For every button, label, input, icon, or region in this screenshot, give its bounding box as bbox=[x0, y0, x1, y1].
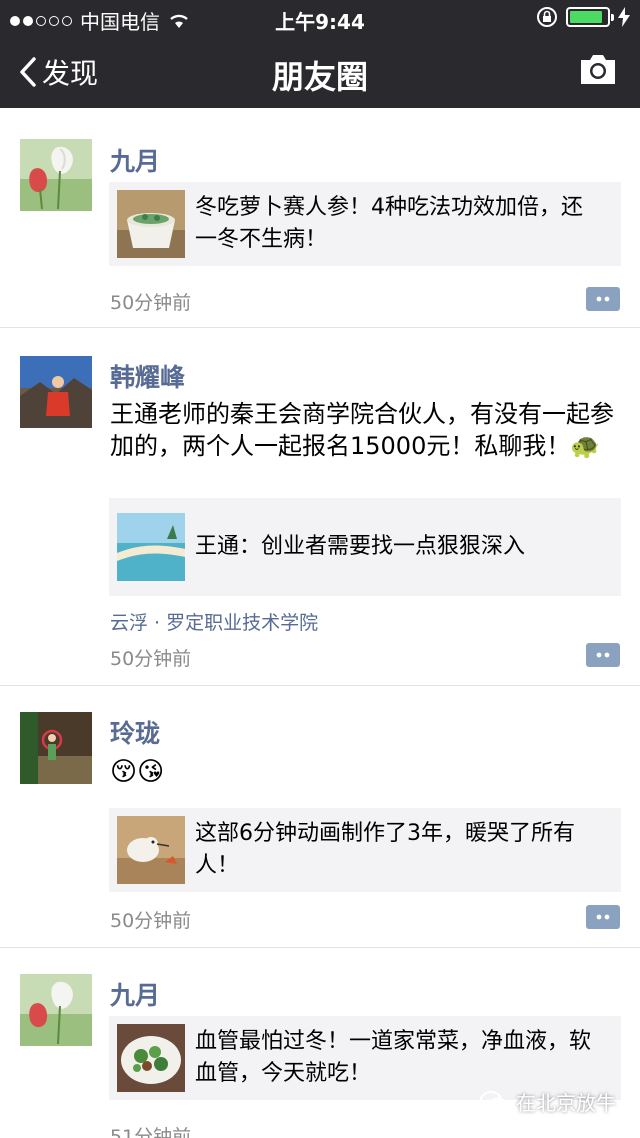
turtle-emoji: 🐢 bbox=[570, 432, 601, 460]
post-text: 王通老师的秦王会商学院合伙人，有没有一起参加的，两个人一起报名15000元！私聊… bbox=[110, 400, 614, 460]
comment-icon[interactable] bbox=[586, 643, 620, 667]
comment-icon[interactable] bbox=[586, 287, 620, 311]
rotation-lock-icon bbox=[537, 7, 557, 27]
wechat-logo-icon bbox=[480, 1090, 507, 1112]
shared-link-card[interactable]: 王通：创业者需要找一点狠狠深入 bbox=[109, 498, 621, 596]
author-name[interactable]: 韩耀峰 bbox=[110, 358, 185, 394]
shared-link-card[interactable]: 这部6分钟动画制作了3年，暖哭了所有人！ bbox=[109, 808, 621, 892]
shared-title: 冬吃萝卜赛人参！4种吃法功效加倍，还一冬不生病！ bbox=[195, 195, 583, 252]
avatar[interactable] bbox=[20, 356, 92, 428]
moment-post: 玲珑 😚😘 这部6分钟动画制作了3年，暖哭了所有人！ 50分钟前 bbox=[0, 686, 640, 948]
moments-feed[interactable]: 九月 冬吃萝卜赛人参！4种吃法功效加倍，还一冬不生病！ 50分钟前 韩耀峰 王通… bbox=[0, 108, 640, 1138]
moment-post: 韩耀峰 王通老师的秦王会商学院合伙人，有没有一起参加的，两个人一起报名15000… bbox=[0, 328, 640, 686]
shared-thumbnail bbox=[117, 816, 185, 884]
shared-thumbnail bbox=[117, 190, 185, 258]
shared-title: 这部6分钟动画制作了3年，暖哭了所有人！ bbox=[195, 821, 575, 878]
avatar[interactable] bbox=[20, 712, 92, 784]
shared-link-card[interactable]: 冬吃萝卜赛人参！4种吃法功效加倍，还一冬不生病！ bbox=[109, 182, 621, 266]
back-label: 发现 bbox=[42, 57, 99, 90]
nav-bar: 发现 朋友圈 bbox=[0, 36, 640, 108]
top-bar: 中国电信 上午9:44 发现 朋友圈 bbox=[0, 0, 640, 108]
avatar[interactable] bbox=[20, 974, 92, 1046]
chevron-left-icon bbox=[20, 57, 36, 87]
battery-fill bbox=[570, 11, 603, 23]
author-name[interactable]: 九月 bbox=[110, 976, 160, 1012]
status-bar: 中国电信 上午9:44 bbox=[0, 0, 640, 36]
watermark: 在北京放牛 bbox=[480, 1087, 616, 1116]
post-time: 51分钟前 bbox=[110, 1126, 192, 1138]
camera-icon[interactable] bbox=[578, 52, 618, 86]
post-time: 50分钟前 bbox=[110, 910, 192, 932]
post-time: 50分钟前 bbox=[110, 292, 192, 314]
shared-thumbnail bbox=[117, 1024, 185, 1092]
post-location[interactable]: 云浮 · 罗定职业技术学院 bbox=[110, 608, 318, 635]
back-button[interactable]: 发现 bbox=[18, 52, 98, 92]
post-time: 50分钟前 bbox=[110, 648, 192, 670]
author-name[interactable]: 玲珑 bbox=[110, 714, 160, 750]
watermark-text: 在北京放牛 bbox=[516, 1091, 616, 1115]
post-emoji: 😚😘 bbox=[110, 757, 165, 787]
shared-thumbnail bbox=[117, 513, 185, 581]
shared-title: 王通：创业者需要找一点狠狠深入 bbox=[195, 534, 526, 559]
charging-icon bbox=[618, 7, 630, 27]
avatar[interactable] bbox=[20, 139, 92, 211]
author-name[interactable]: 九月 bbox=[110, 142, 160, 178]
shared-title: 血管最怕过冬！一道家常菜，净血液，软血管，今天就吃！ bbox=[195, 1029, 592, 1086]
comment-icon[interactable] bbox=[586, 905, 620, 929]
moment-post: 九月 冬吃萝卜赛人参！4种吃法功效加倍，还一冬不生病！ 50分钟前 bbox=[0, 114, 640, 328]
battery-icon bbox=[566, 7, 614, 27]
